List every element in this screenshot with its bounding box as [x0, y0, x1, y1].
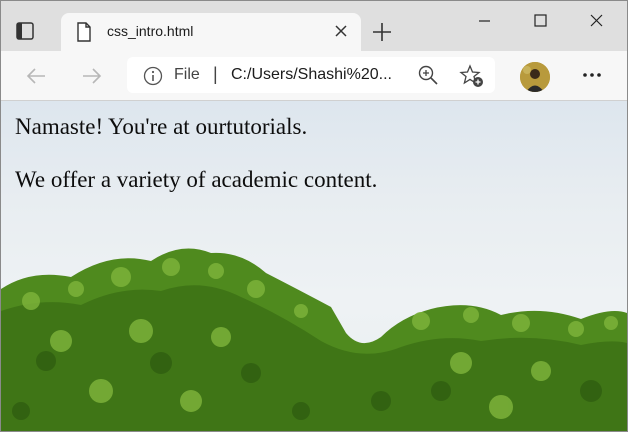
new-tab-button[interactable] — [371, 21, 393, 43]
more-menu-icon[interactable] — [579, 65, 605, 85]
browser-window: css_intro.html File | C:/Users/Shashi%20… — [0, 0, 628, 432]
address-bar[interactable]: File | C:/Users/Shashi%20... — [127, 57, 495, 93]
url-scheme-label: File — [174, 66, 200, 83]
close-window-button[interactable] — [573, 9, 619, 37]
document-icon — [76, 22, 92, 42]
back-button[interactable] — [23, 63, 49, 89]
url-separator: | — [213, 64, 218, 84]
maximize-button[interactable] — [517, 9, 563, 37]
tab-strip: css_intro.html — [1, 1, 627, 51]
url-text[interactable]: C:/Users/Shashi%20... — [231, 66, 392, 84]
tab-title: css_intro.html — [107, 23, 194, 39]
tab-active[interactable]: css_intro.html — [61, 13, 361, 51]
navigation-toolbar: File | C:/Users/Shashi%20... — [1, 51, 627, 101]
content-paragraph: We offer a variety of academic content. — [15, 167, 378, 192]
page-content: Namaste! You're at ourtutorials. We offe… — [1, 101, 627, 431]
minimize-button[interactable] — [461, 9, 507, 37]
tab-actions-icon[interactable] — [15, 21, 35, 41]
add-favorite-icon[interactable] — [459, 63, 485, 89]
intro-paragraph: Namaste! You're at ourtutorials. — [15, 114, 308, 139]
info-icon[interactable] — [143, 66, 163, 86]
zoom-icon[interactable] — [417, 64, 439, 86]
close-tab-icon[interactable] — [333, 23, 349, 39]
profile-avatar[interactable] — [520, 62, 550, 92]
foliage-background-image — [1, 248, 627, 431]
forward-button[interactable] — [79, 63, 105, 89]
